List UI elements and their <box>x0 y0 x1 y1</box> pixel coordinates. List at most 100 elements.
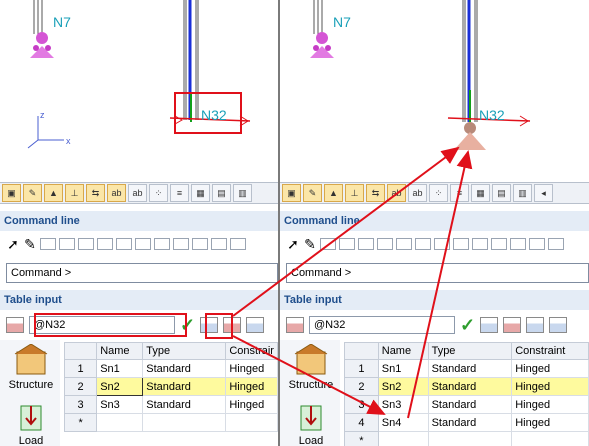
pencil-icon[interactable]: ✎ <box>23 184 42 202</box>
column-header-type[interactable]: Type <box>427 342 513 360</box>
pencil-icon[interactable]: ✎ <box>303 184 322 202</box>
table-grid-icon[interactable] <box>6 317 24 333</box>
cell-constraint[interactable]: Hinged <box>511 413 589 432</box>
list-icon[interactable]: ≡ <box>170 184 189 202</box>
sidebar-item-load[interactable]: Load <box>284 402 338 446</box>
select-arrow-icon[interactable]: ➚ <box>6 236 20 253</box>
delete-row-icon[interactable] <box>503 317 522 333</box>
cell-name[interactable] <box>96 413 144 432</box>
command-button[interactable] <box>396 238 412 250</box>
abc-label-icon[interactable]: ab <box>107 184 126 202</box>
cell-constraint[interactable]: Hinged <box>225 359 278 378</box>
chart-icon[interactable]: ▥ <box>513 184 532 202</box>
cell-type[interactable]: Standard <box>427 377 513 396</box>
command-button[interactable] <box>192 238 208 250</box>
table-grid-icon[interactable] <box>286 317 304 333</box>
abc-text-icon[interactable]: ab <box>408 184 427 202</box>
sidebar-item-structure[interactable]: Structure <box>4 343 58 391</box>
abc-label-icon[interactable]: ab <box>387 184 406 202</box>
command-button[interactable] <box>40 238 56 250</box>
support-icon[interactable]: ▣ <box>2 184 21 202</box>
cell-type[interactable]: Standard <box>142 359 227 378</box>
column-header-name[interactable]: Name <box>377 342 429 360</box>
table-row-selected[interactable]: 2 Sn2 Standard Hinged <box>344 377 589 396</box>
command-button[interactable] <box>339 238 355 250</box>
select-arrow-icon[interactable]: ➚ <box>286 236 300 253</box>
table-export-icon[interactable] <box>549 317 568 333</box>
pencil-icon[interactable]: ✎ <box>23 236 37 253</box>
table-options-icon[interactable] <box>246 317 265 333</box>
scroll-left-icon[interactable]: ◂ <box>534 184 553 202</box>
cell-name[interactable] <box>377 431 429 446</box>
table-row[interactable]: 1 Sn1 Standard Hinged <box>63 359 278 378</box>
beam-icon[interactable]: ⇆ <box>86 184 105 202</box>
command-button[interactable] <box>434 238 450 250</box>
table-row-new[interactable]: * <box>344 431 589 446</box>
command-button[interactable] <box>377 238 393 250</box>
sidebar-item-load[interactable]: Load <box>4 402 58 446</box>
cell-name[interactable]: Sn3 <box>377 395 429 414</box>
mesh-icon[interactable]: ⁘ <box>149 184 168 202</box>
command-button[interactable] <box>320 238 336 250</box>
cell-name[interactable]: Sn1 <box>96 359 144 378</box>
command-button[interactable] <box>472 238 488 250</box>
beam-icon[interactable]: ⇆ <box>366 184 385 202</box>
command-button[interactable] <box>154 238 170 250</box>
command-button[interactable] <box>415 238 431 250</box>
load-icon[interactable]: ▲ <box>44 184 63 202</box>
command-button[interactable] <box>78 238 94 250</box>
command-button[interactable] <box>173 238 189 250</box>
column-header-type[interactable]: Type <box>142 342 227 360</box>
cell-name[interactable]: Sn4 <box>377 413 429 432</box>
cell-type[interactable]: Standard <box>427 413 513 432</box>
model-viewport[interactable]: N7 N32 z x <box>0 0 278 182</box>
command-button[interactable] <box>510 238 526 250</box>
command-input[interactable]: Command > <box>6 263 278 283</box>
table-row-new[interactable]: * <box>63 413 278 432</box>
cell-constraint[interactable]: Hinged <box>225 377 278 396</box>
cell-constraint[interactable]: Hinged <box>225 395 278 414</box>
table-row[interactable]: 4 Sn4 Standard Hinged <box>344 413 589 432</box>
add-row-icon[interactable] <box>480 317 499 333</box>
cell-constraint[interactable]: Hinged <box>511 359 589 378</box>
cell-name[interactable]: Sn3 <box>96 395 144 414</box>
cell-type[interactable]: Standard <box>142 377 227 396</box>
cell-type[interactable] <box>427 431 513 446</box>
command-button[interactable] <box>135 238 151 250</box>
column-header-constraint[interactable]: Constrair <box>225 342 278 360</box>
command-button[interactable] <box>230 238 246 250</box>
cell-type[interactable] <box>142 413 227 432</box>
column-header-name[interactable]: Name <box>96 342 144 360</box>
table-options-icon[interactable] <box>526 317 545 333</box>
model-viewport[interactable]: N7 N32 <box>280 0 589 182</box>
cell-constraint[interactable]: Hinged <box>511 377 589 396</box>
sidebar-item-structure[interactable]: Structure <box>284 343 338 391</box>
command-button[interactable] <box>529 238 545 250</box>
command-button[interactable] <box>491 238 507 250</box>
table-icon[interactable]: ▤ <box>212 184 231 202</box>
command-button[interactable] <box>97 238 113 250</box>
abc-text-icon[interactable]: ab <box>128 184 147 202</box>
grid-icon[interactable]: ▦ <box>191 184 210 202</box>
chart-icon[interactable]: ▥ <box>233 184 252 202</box>
member-icon[interactable]: ⊥ <box>345 184 364 202</box>
cell-name[interactable]: Sn2 <box>377 377 429 396</box>
cell-name[interactable]: Sn2 <box>96 377 144 396</box>
list-icon[interactable]: ≡ <box>450 184 469 202</box>
support-icon[interactable]: ▣ <box>282 184 301 202</box>
cell-type[interactable]: Standard <box>427 359 513 378</box>
column-header-constraint[interactable]: Constraint <box>511 342 589 360</box>
confirm-check-icon[interactable]: ✓ <box>460 316 475 334</box>
mesh-icon[interactable]: ⁘ <box>429 184 448 202</box>
command-button[interactable] <box>211 238 227 250</box>
cell-type[interactable]: Standard <box>427 395 513 414</box>
cell-constraint[interactable]: Hinged <box>511 395 589 414</box>
load-icon[interactable]: ▲ <box>324 184 343 202</box>
table-input-field[interactable]: @N32 <box>309 316 455 334</box>
table-icon[interactable]: ▤ <box>492 184 511 202</box>
grid-icon[interactable]: ▦ <box>471 184 490 202</box>
member-icon[interactable]: ⊥ <box>65 184 84 202</box>
cell-name[interactable]: Sn1 <box>377 359 429 378</box>
table-row[interactable]: 3 Sn3 Standard Hinged <box>63 395 278 414</box>
table-row[interactable]: 1 Sn1 Standard Hinged <box>344 359 589 378</box>
